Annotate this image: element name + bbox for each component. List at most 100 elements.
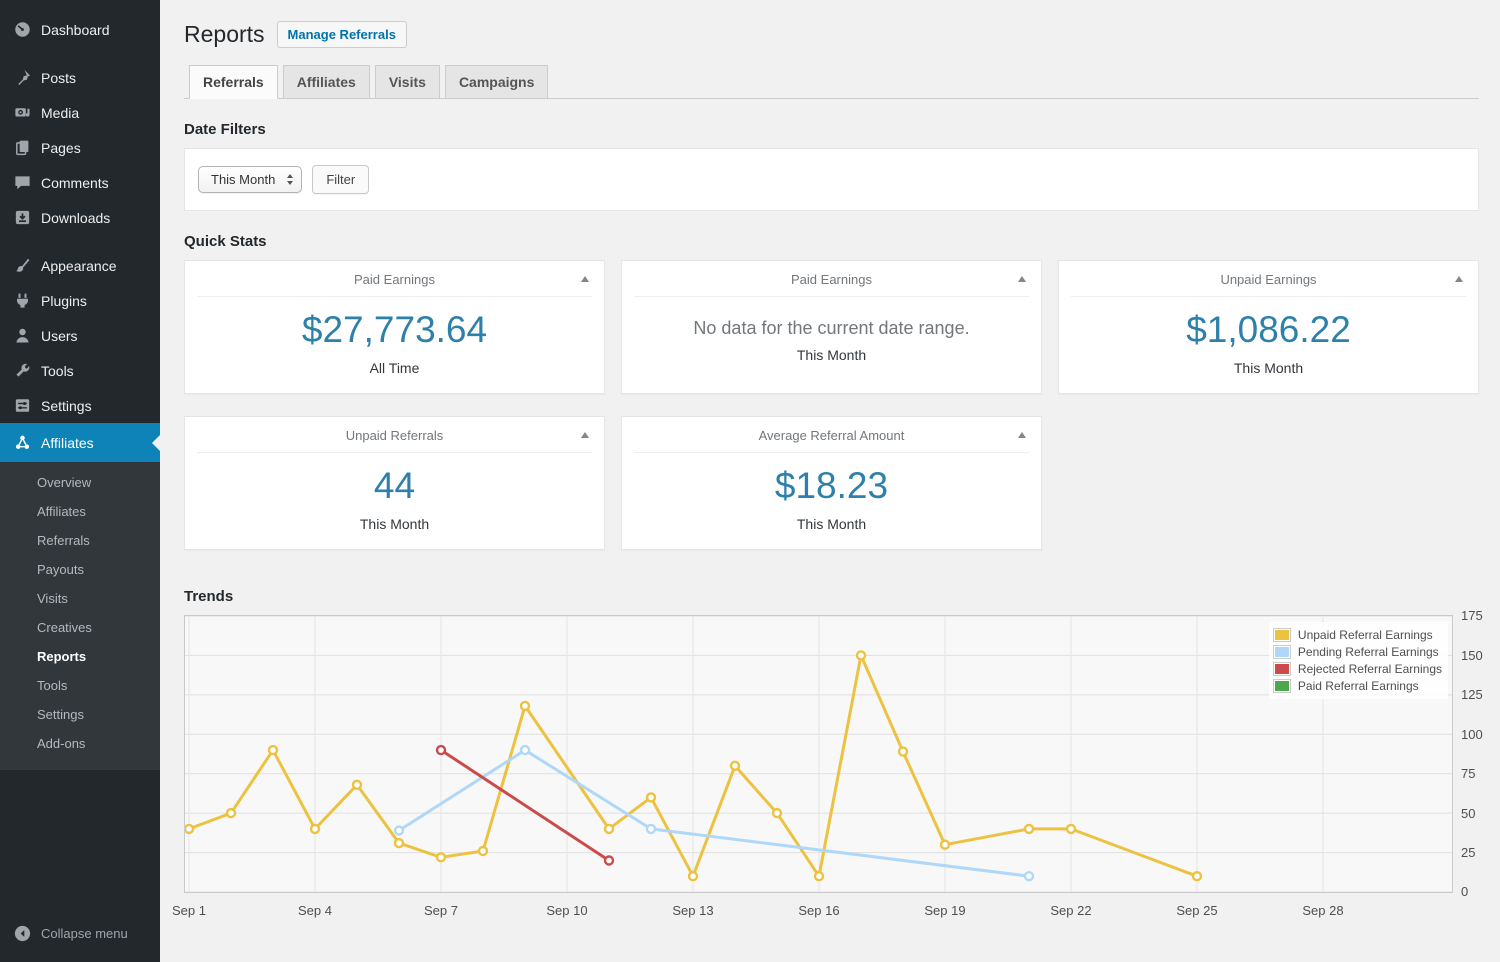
x-axis-label: Sep 1	[172, 903, 206, 919]
trends-chart: Unpaid Referral Earnings Pending Referral…	[172, 608, 1483, 931]
stat-card-title: Paid Earnings	[791, 271, 872, 287]
stat-card-period: This Month	[796, 347, 867, 364]
sidebar-item-label: Comments	[41, 174, 109, 191]
collapse-triangle-icon[interactable]	[1018, 275, 1026, 282]
x-axis-label: Sep 28	[1302, 903, 1344, 919]
stat-card-body: 44 This Month	[185, 453, 604, 549]
sidebar-item-tools[interactable]: Tools	[0, 353, 160, 388]
comments-icon	[13, 173, 32, 192]
dashboard-icon	[13, 20, 32, 39]
wp-admin-page: Dashboard Posts Media Pages Comments Download…	[0, 0, 1500, 962]
pages-icon	[13, 138, 32, 157]
stat-card-paid-earnings-all-time: Paid Earnings $27,773.64 All Time	[184, 259, 605, 395]
stat-card-header: Average Referral Amount	[634, 417, 1029, 454]
x-axis-label: Sep 16	[798, 903, 840, 919]
sidebar-subitem-tools[interactable]: Tools	[0, 671, 160, 700]
stat-card-unpaid-referrals-this-month: Unpaid Referrals 44 This Month	[184, 416, 605, 551]
x-axis-label: Sep 10	[546, 903, 588, 919]
legend-item-unpaid-referral-earnings: Unpaid Referral Earnings	[1272, 628, 1442, 643]
sidebar-item-media[interactable]: Media	[0, 95, 160, 130]
manage-referrals-button[interactable]: Manage Referrals	[276, 21, 407, 49]
date-range-select[interactable]: This Month	[198, 165, 303, 193]
y-axis-label: 0	[1461, 884, 1469, 900]
section-heading-date-filters: Date Filters	[184, 120, 266, 138]
legend-label: Paid Referral Earnings	[1297, 679, 1419, 694]
collapse-triangle-icon[interactable]	[1455, 275, 1463, 282]
legend-label: Rejected Referral Earnings	[1297, 662, 1442, 677]
sidebar-item-label: Posts	[41, 69, 77, 86]
sidebar-item-label: Appearance	[41, 257, 117, 274]
y-axis-label: 175	[1461, 608, 1483, 624]
sidebar-subitem-payouts[interactable]: Payouts	[0, 555, 160, 584]
sidebar-item-label: Pages	[41, 139, 81, 156]
stat-card-body: $1,086.22 This Month	[1059, 297, 1478, 393]
y-axis-label: 50	[1461, 805, 1476, 821]
sidebar-item-dashboard[interactable]: Dashboard	[0, 12, 160, 47]
sidebar-item-label: Users	[41, 327, 78, 344]
sidebar-item-label: Affiliates	[41, 434, 94, 451]
sidebar-item-label: Media	[41, 104, 80, 121]
sidebar-item-affiliates[interactable]: Affiliates	[0, 423, 160, 462]
sidebar-subitem-affiliates[interactable]: Affiliates	[0, 497, 160, 526]
sidebar-item-comments[interactable]: Comments	[0, 165, 160, 200]
select-arrows-icon	[287, 173, 294, 185]
tab-visits[interactable]: Visits	[374, 64, 440, 99]
sidebar-subitem-settings[interactable]: Settings	[0, 700, 160, 729]
x-axis-label: Sep 19	[924, 903, 966, 919]
chart-legend: Unpaid Referral Earnings Pending Referral…	[1268, 622, 1448, 700]
sidebar-item-pages[interactable]: Pages	[0, 130, 160, 165]
tab-affiliates[interactable]: Affiliates	[282, 64, 370, 99]
stat-card-body: $18.23 This Month	[622, 453, 1041, 549]
collapse-triangle-icon[interactable]	[581, 432, 589, 439]
brush-icon	[13, 256, 32, 275]
admin-menu: Dashboard Posts Media Pages Comments Download…	[0, 0, 160, 770]
collapse-triangle-icon[interactable]	[1018, 432, 1026, 439]
x-axis-label: Sep 22	[1050, 903, 1092, 919]
y-axis-label: 150	[1461, 647, 1483, 663]
sidebar-item-users[interactable]: Users	[0, 318, 160, 353]
collapse-triangle-icon[interactable]	[581, 275, 589, 282]
section-heading-quick-stats: Quick Stats	[184, 232, 267, 250]
affiliates-submenu: Overview Affiliates Referrals Payouts Visits…	[0, 462, 160, 770]
quick-stats-cards: Paid Earnings $27,773.64 All Time Paid Earn…	[184, 259, 1479, 551]
stat-card-period: All Time	[369, 360, 420, 377]
download-icon	[13, 208, 32, 227]
filter-button[interactable]: Filter	[312, 164, 370, 194]
tab-campaigns[interactable]: Campaigns	[444, 64, 549, 99]
sidebar-subitem-reports[interactable]: Reports	[0, 642, 160, 671]
sidebar-item-appearance[interactable]: Appearance	[0, 248, 160, 283]
sidebar-item-downloads[interactable]: Downloads	[0, 200, 160, 235]
stat-card-header: Paid Earnings	[634, 261, 1029, 297]
legend-label: Pending Referral Earnings	[1297, 645, 1439, 660]
section-heading-trends: Trends	[184, 588, 234, 606]
media-icon	[13, 103, 32, 122]
sidebar-item-plugins[interactable]: Plugins	[0, 283, 160, 318]
chart-plot-area[interactable]: Unpaid Referral Earnings Pending Referral…	[184, 615, 1453, 894]
x-axis-label: Sep 4	[298, 903, 332, 919]
report-tabs: Referrals Affiliates Visits Campaigns	[184, 64, 1479, 99]
sidebar-subitem-visits[interactable]: Visits	[0, 584, 160, 613]
sidebar-subitem-add-ons[interactable]: Add-ons	[0, 729, 160, 758]
stat-card-period: This Month	[1233, 360, 1304, 377]
sliders-icon	[13, 396, 32, 415]
date-filter-panel: This Month Filter	[184, 147, 1479, 211]
stat-card-period: This Month	[796, 516, 867, 533]
sidebar-subitem-referrals[interactable]: Referrals	[0, 526, 160, 555]
sidebar-subitem-overview[interactable]: Overview	[0, 468, 160, 497]
stat-card-title: Average Referral Amount	[758, 428, 905, 444]
y-axis-label: 125	[1461, 687, 1483, 703]
reports-page: Reports Manage Referrals Referrals Affili…	[160, 0, 1500, 931]
sidebar-subitem-creatives[interactable]: Creatives	[0, 613, 160, 642]
sidebar-item-posts[interactable]: Posts	[0, 60, 160, 95]
sidebar-item-label: Plugins	[41, 292, 87, 309]
stat-card-title: Unpaid Referrals	[345, 428, 444, 444]
tab-referrals[interactable]: Referrals	[189, 64, 278, 99]
user-icon	[13, 326, 32, 345]
stat-card-body: No data for the current date range. This …	[622, 297, 1041, 380]
stat-card-paid-earnings-this-month: Paid Earnings No data for the current dat…	[621, 259, 1042, 395]
collapse-menu-button[interactable]: Collapse menu	[0, 914, 160, 952]
stat-card-period: This Month	[359, 516, 430, 533]
legend-item-paid-referral-earnings: Paid Referral Earnings	[1272, 679, 1442, 694]
sidebar-item-settings[interactable]: Settings	[0, 388, 160, 423]
legend-swatch-icon	[1272, 679, 1291, 694]
